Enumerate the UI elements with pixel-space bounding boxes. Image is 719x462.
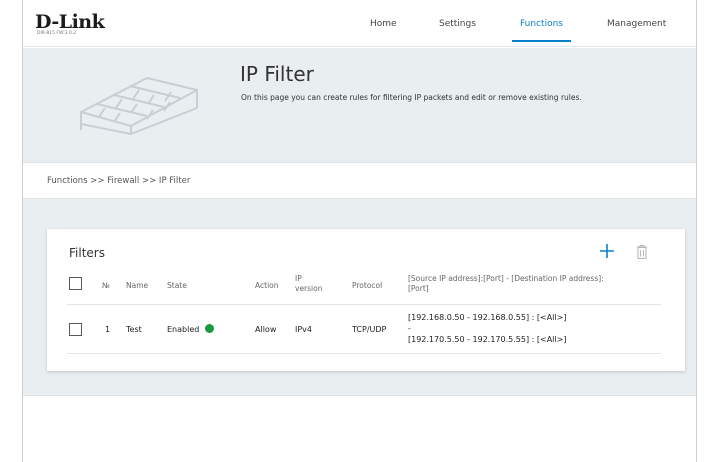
add-icon[interactable] bbox=[599, 243, 615, 259]
row-rule-dash: - bbox=[408, 324, 411, 333]
page-frame: D-Link DIR-815 FW:3.0.2 Home Settings Fu… bbox=[22, 0, 697, 462]
top-header: D-Link DIR-815 FW:3.0.2 Home Settings Fu… bbox=[23, 0, 696, 47]
nav-functions[interactable]: Functions bbox=[512, 0, 571, 47]
col-ip-version-line2: version bbox=[295, 284, 323, 293]
nav-management[interactable]: Management bbox=[607, 0, 666, 47]
breadcrumb[interactable]: Functions >> Firewall >> IP Filter bbox=[47, 176, 190, 186]
col-number: № bbox=[102, 281, 110, 290]
dlink-logo[interactable]: D-Link bbox=[35, 11, 105, 33]
page-banner: IP Filter On this page you can create ru… bbox=[23, 48, 696, 163]
select-all-checkbox[interactable] bbox=[69, 277, 82, 290]
row-action: Allow bbox=[255, 325, 277, 334]
row-name: Test bbox=[126, 325, 142, 334]
col-action: Action bbox=[255, 281, 279, 290]
nav-settings[interactable]: Settings bbox=[439, 0, 476, 47]
col-name: Name bbox=[126, 281, 149, 290]
row-rule: [192.168.0.50 - 192.168.0.55] : [<All>] … bbox=[408, 312, 566, 345]
col-rule-line1: [Source IP address]:[Port] - [Destinatio… bbox=[408, 274, 604, 283]
col-rule-line2: [Port] bbox=[408, 284, 429, 293]
brick-wall-icon bbox=[80, 77, 198, 135]
trash-icon[interactable] bbox=[636, 244, 648, 260]
header-divider bbox=[67, 304, 661, 305]
row-ip-version: IPv4 bbox=[295, 325, 313, 334]
col-ip-version-line1: IP bbox=[295, 274, 302, 283]
row-checkbox[interactable] bbox=[69, 323, 82, 336]
row-rule-destination: [192.170.5.50 - 192.170.5.55] : [<All>] bbox=[408, 335, 567, 344]
nav-home[interactable]: Home bbox=[370, 0, 397, 47]
row-divider bbox=[67, 353, 661, 354]
content-area: Filters № Name State Action IP version P… bbox=[23, 199, 696, 396]
breadcrumb-bar: Functions >> Firewall >> IP Filter bbox=[23, 163, 696, 199]
row-state-label: Enabled bbox=[167, 325, 200, 334]
firmware-version: DIR-815 FW:3.0.2 bbox=[37, 31, 77, 36]
col-rule: [Source IP address]:[Port] - [Destinatio… bbox=[408, 274, 604, 294]
row-rule-source: [192.168.0.50 - 192.168.0.55] : [<All>] bbox=[408, 313, 567, 322]
row-number: 1 bbox=[105, 325, 111, 334]
row-state: Enabled bbox=[167, 324, 215, 335]
filters-card: Filters № Name State Action IP version P… bbox=[47, 229, 685, 371]
col-state: State bbox=[167, 281, 187, 290]
filters-title: Filters bbox=[69, 246, 105, 260]
page-title: IP Filter bbox=[240, 62, 314, 86]
page-description: On this page you can create rules for fi… bbox=[241, 93, 582, 102]
status-dot-icon bbox=[205, 324, 215, 333]
col-ip-version: IP version bbox=[295, 274, 322, 294]
row-protocol: TCP/UDP bbox=[352, 325, 387, 334]
col-protocol: Protocol bbox=[352, 281, 383, 290]
